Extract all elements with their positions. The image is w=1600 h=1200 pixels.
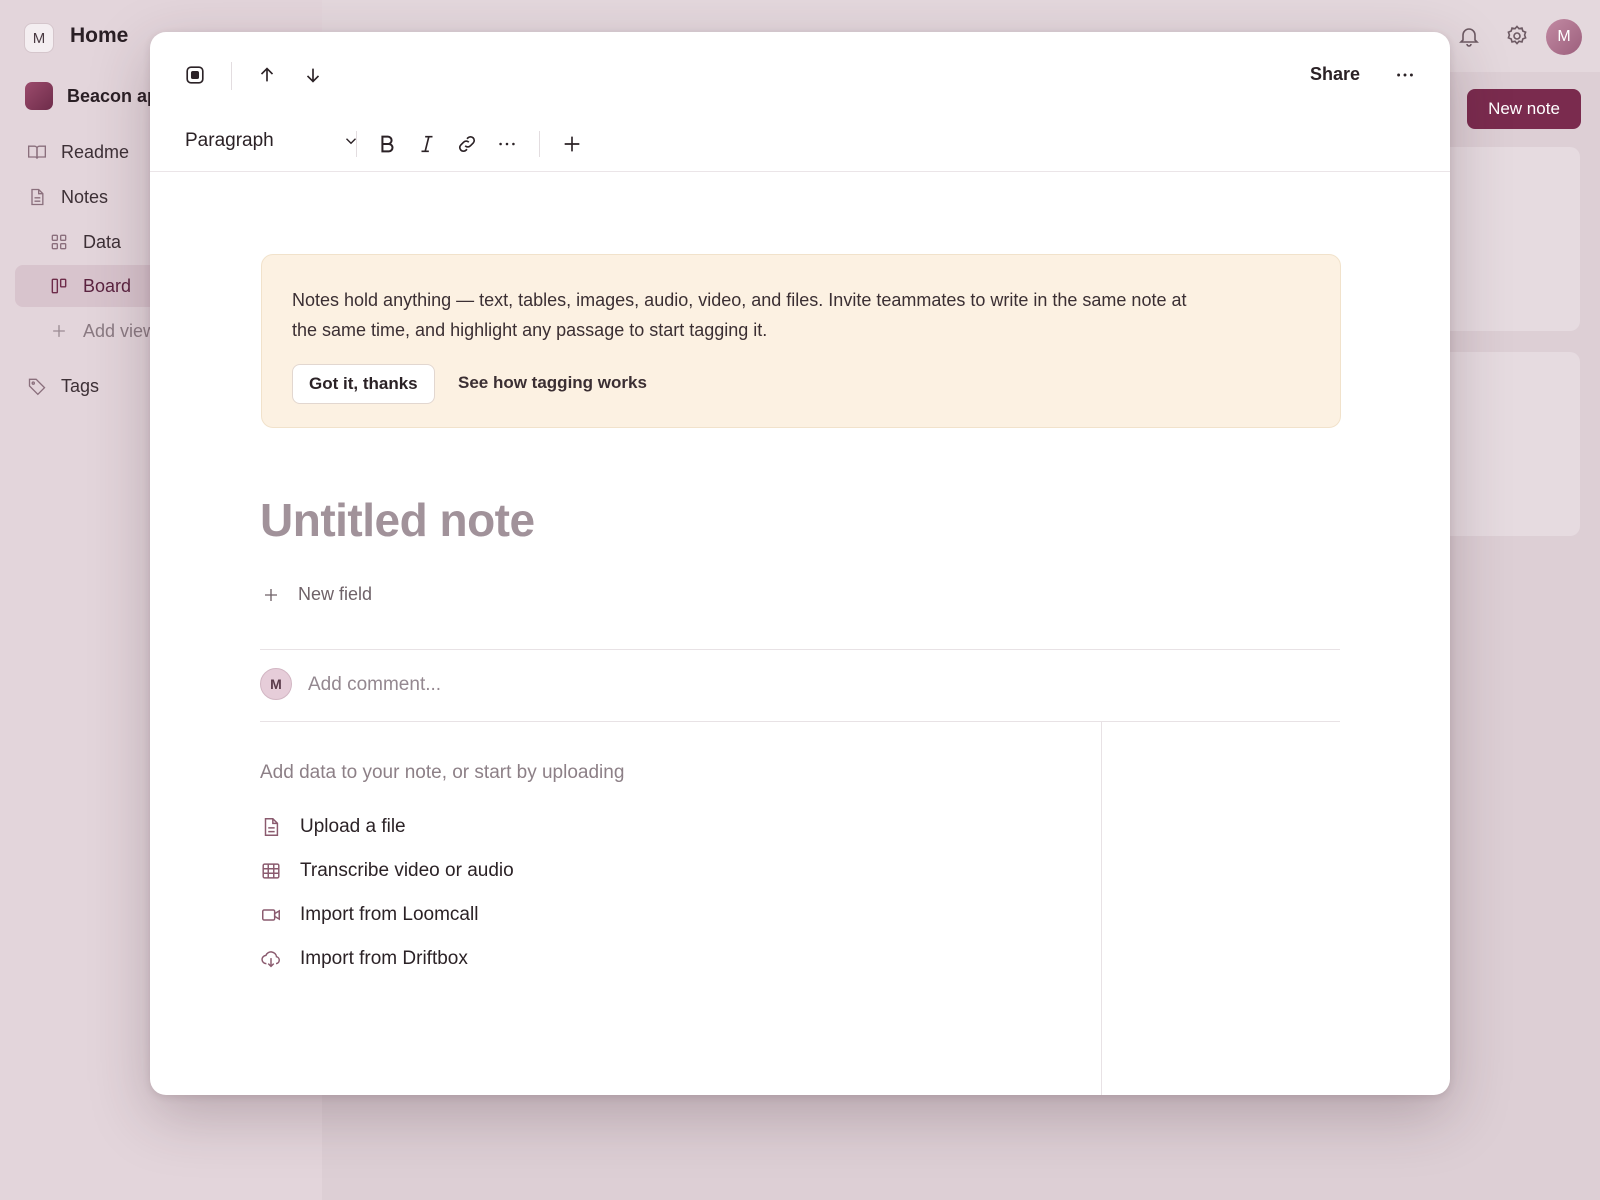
tagging-help-link[interactable]: See how tagging works <box>458 373 647 393</box>
new-note-button[interactable]: New note <box>1467 89 1581 129</box>
sidebar-item-label: Data <box>83 231 122 252</box>
divider <box>260 721 1340 722</box>
gear-icon[interactable] <box>1505 24 1529 48</box>
info-banner: Notes hold anything — text, tables, imag… <box>261 254 1341 428</box>
file-icon <box>264 818 279 836</box>
action-label: Transcribe video or audio <box>300 860 514 881</box>
toolbar-divider <box>150 171 1450 172</box>
import-loomcall-action[interactable]: Import from Loomcall <box>260 904 478 926</box>
sidebar-item-label: Add view <box>83 320 157 341</box>
previous-note-button[interactable] <box>252 60 282 90</box>
table-icon <box>262 863 280 879</box>
more-formatting-button[interactable] <box>492 129 522 159</box>
block-format-value: Paragraph <box>185 130 274 151</box>
note-modal: Share Paragraph Notes hold anything — te… <box>150 32 1450 1095</box>
dismiss-banner-button[interactable]: Got it, thanks <box>292 364 435 404</box>
banner-message: Notes hold anything — text, tables, imag… <box>292 290 1187 340</box>
chevron-down-icon <box>345 138 356 145</box>
sidebar-item-label: Board <box>83 275 132 296</box>
project-icon <box>25 82 53 110</box>
arrow-up-icon <box>260 67 274 82</box>
new-field-button[interactable]: New field <box>262 584 372 605</box>
bold-button[interactable] <box>372 129 402 159</box>
italic-button[interactable] <box>412 129 442 159</box>
comment-avatar: M <box>260 668 292 700</box>
workspace-avatar[interactable]: M <box>24 23 54 53</box>
document-icon <box>31 188 44 206</box>
upload-file-action[interactable]: Upload a file <box>260 816 406 838</box>
book-icon <box>28 145 46 159</box>
arrow-down-icon <box>306 68 320 83</box>
comment-input[interactable] <box>308 670 1208 700</box>
import-driftbox-action[interactable]: Import from Driftbox <box>260 948 468 970</box>
sidebar-item-label: Readme <box>61 141 130 162</box>
share-button[interactable]: Share <box>1310 64 1360 85</box>
sidebar-item-label: Tags <box>61 375 100 396</box>
action-label: Import from Loomcall <box>300 904 479 925</box>
board-icon <box>51 278 67 294</box>
next-note-button[interactable] <box>298 60 328 90</box>
divider <box>231 62 232 90</box>
plus-icon <box>564 136 580 152</box>
video-icon <box>262 909 280 921</box>
add-data-hint: Add data to your note, or start by uploa… <box>260 762 625 783</box>
italic-icon <box>421 135 433 153</box>
insert-block-button[interactable] <box>557 129 587 159</box>
project-name: Beacon ap <box>67 85 159 106</box>
more-horizontal-icon <box>499 142 515 146</box>
block-format-select[interactable]: Paragraph <box>185 130 360 152</box>
link-button[interactable] <box>452 129 482 159</box>
note-title-input[interactable]: Untitled note <box>260 493 535 547</box>
new-field-label: New field <box>298 584 373 604</box>
divider <box>260 649 1340 650</box>
action-label: Upload a file <box>300 816 406 837</box>
home-title[interactable]: Home <box>70 24 128 48</box>
cloud-download-icon <box>261 951 280 968</box>
sidebar-item-label: Notes <box>61 186 109 207</box>
tag-icon <box>28 378 46 396</box>
link-icon <box>458 135 476 153</box>
panel-divider <box>1101 721 1102 1095</box>
more-horizontal-icon <box>1397 73 1413 77</box>
board-card <box>1440 147 1580 331</box>
user-avatar[interactable]: M <box>1546 19 1582 55</box>
project-switcher[interactable]: Beacon ap <box>25 82 158 110</box>
transcribe-action[interactable]: Transcribe video or audio <box>260 860 514 882</box>
divider <box>356 131 357 157</box>
plus-icon <box>53 325 65 337</box>
expand-button[interactable] <box>180 60 210 90</box>
bold-icon <box>381 135 394 153</box>
more-options-button[interactable] <box>1390 60 1420 90</box>
plus-icon <box>265 588 277 601</box>
action-label: Import from Driftbox <box>300 948 468 969</box>
board-card <box>1440 352 1580 536</box>
bell-icon[interactable] <box>1457 24 1481 48</box>
grid-icon <box>51 234 67 250</box>
expand-square-icon <box>186 66 204 84</box>
divider <box>539 131 540 157</box>
